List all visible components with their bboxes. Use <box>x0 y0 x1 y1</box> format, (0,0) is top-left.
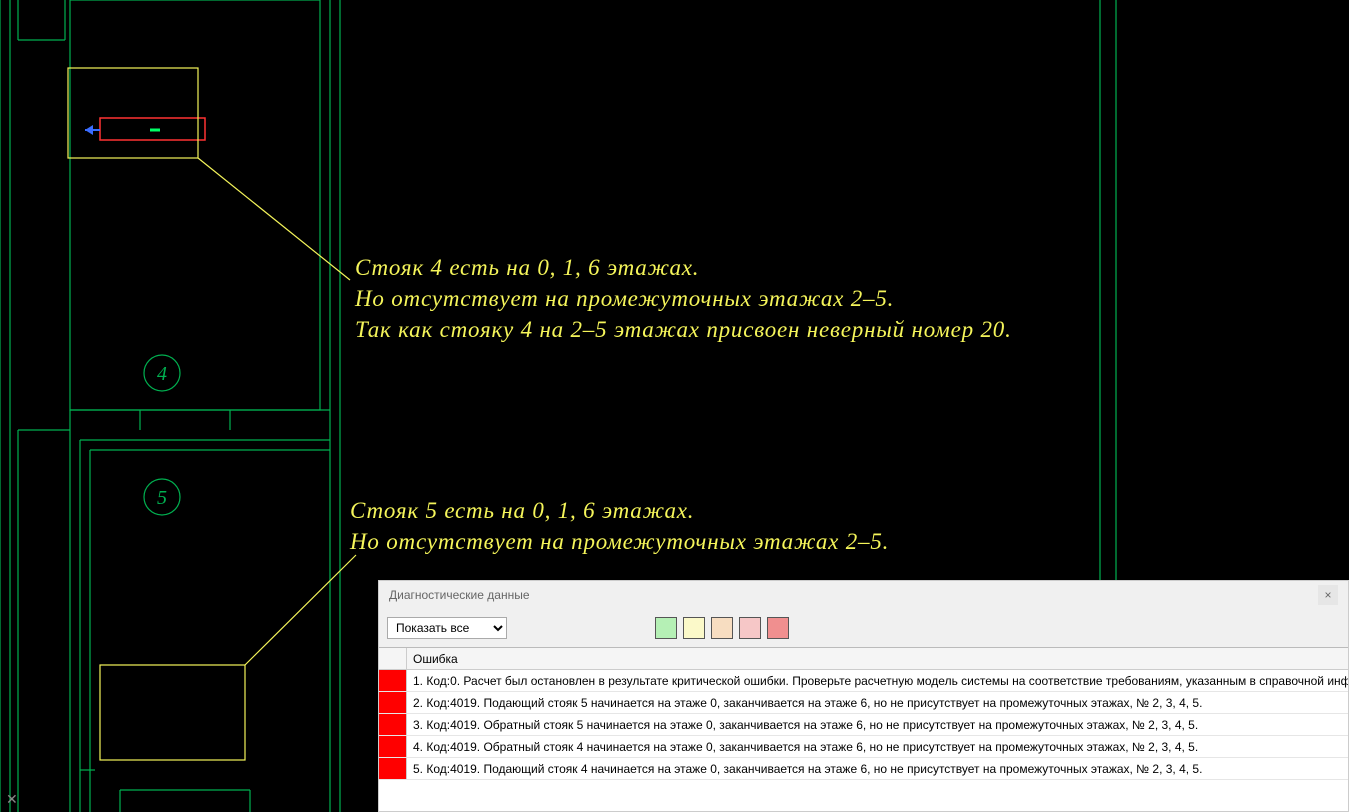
severity-swatch-yellow[interactable] <box>683 617 705 639</box>
table-row[interactable]: 2. Код:4019. Подающий стояк 5 начинается… <box>379 692 1348 714</box>
annotation-line: Но отсутствует на промежуточных этажах 2… <box>355 283 1012 314</box>
diagnostics-title-text: Диагностические данные <box>389 581 530 609</box>
callout-lines <box>68 68 356 760</box>
table-row[interactable]: 5. Код:4019. Подающий стояк 4 начинается… <box>379 758 1348 780</box>
close-icon[interactable]: ✕ <box>6 791 18 808</box>
severity-cell <box>379 736 407 757</box>
annotation-line: Стояк 4 есть на 0, 1, 6 этажах. <box>355 252 1012 283</box>
diagnostics-table: Ошибка 1. Код:0. Расчет был остановлен в… <box>379 647 1348 811</box>
error-message: 4. Код:4019. Обратный стояк 4 начинается… <box>407 736 1348 757</box>
diagnostics-panel: Диагностические данные × Показать все Ош… <box>378 580 1349 812</box>
diagnostics-toolbar: Показать все <box>379 609 1348 647</box>
marker-5-label: 5 <box>157 487 167 509</box>
severity-cell <box>379 670 407 691</box>
error-message: 3. Код:4019. Обратный стояк 5 начинается… <box>407 714 1348 735</box>
severity-swatch-green[interactable] <box>655 617 677 639</box>
annotation-line: Так как стояку 4 на 2–5 этажах присвоен … <box>355 314 1012 345</box>
close-icon[interactable]: × <box>1318 585 1338 605</box>
severity-swatch-red[interactable] <box>767 617 789 639</box>
severity-swatch-peach[interactable] <box>711 617 733 639</box>
column-error[interactable]: Ошибка <box>407 648 1348 669</box>
marker-4-label: 4 <box>157 363 167 385</box>
annotation-line: Но отсутствует на промежуточных этажах 2… <box>350 526 889 557</box>
column-severity[interactable] <box>379 648 407 669</box>
annotation-bottom: Стояк 5 есть на 0, 1, 6 этажах. Но отсут… <box>350 495 889 557</box>
severity-swatch-group <box>655 617 789 639</box>
flow-arrow-icon <box>85 125 100 135</box>
severity-cell <box>379 714 407 735</box>
annotation-top: Стояк 4 есть на 0, 1, 6 этажах. Но отсут… <box>355 252 1012 345</box>
diagnostics-titlebar[interactable]: Диагностические данные × <box>379 581 1348 609</box>
severity-cell <box>379 692 407 713</box>
table-row[interactable]: 1. Код:0. Расчет был остановлен в резуль… <box>379 670 1348 692</box>
filter-select[interactable]: Показать все <box>387 617 507 639</box>
table-header: Ошибка <box>379 648 1348 670</box>
annotation-line: Стояк 5 есть на 0, 1, 6 этажах. <box>350 495 889 526</box>
error-message: 5. Код:4019. Подающий стояк 4 начинается… <box>407 758 1348 779</box>
table-row[interactable]: 4. Код:4019. Обратный стояк 4 начинается… <box>379 736 1348 758</box>
severity-swatch-pink[interactable] <box>739 617 761 639</box>
error-message: 1. Код:0. Расчет был остановлен в резуль… <box>407 670 1348 691</box>
severity-cell <box>379 758 407 779</box>
error-message: 2. Код:4019. Подающий стояк 5 начинается… <box>407 692 1348 713</box>
table-row[interactable]: 3. Код:4019. Обратный стояк 5 начинается… <box>379 714 1348 736</box>
